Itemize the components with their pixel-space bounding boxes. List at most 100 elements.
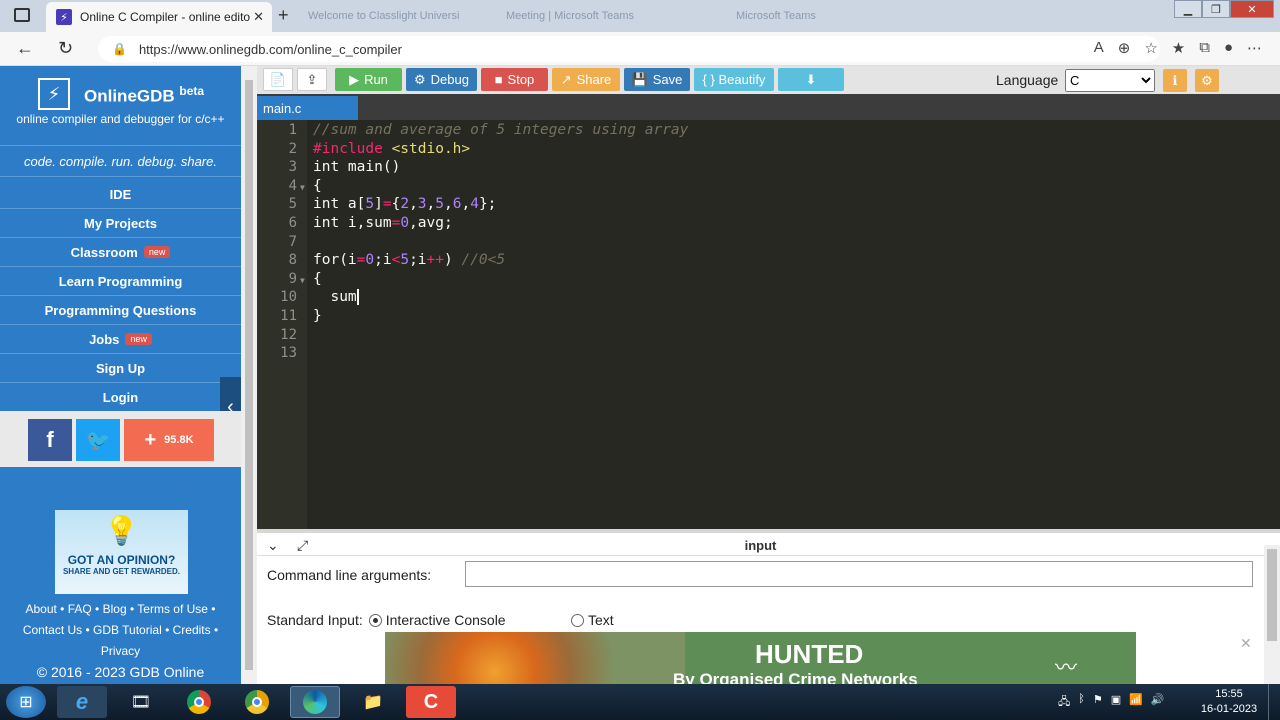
download-button[interactable]: ⬇ [778, 68, 844, 91]
profile-avatar-icon[interactable]: ● [1224, 39, 1233, 57]
sidebar-item-label: My Projects [84, 215, 157, 231]
footer-link-credits[interactable]: Credits [173, 623, 211, 637]
footer-link-privacy[interactable]: Privacy [101, 644, 140, 658]
maximize-window-icon[interactable]: ❐ [1202, 0, 1230, 18]
tab-actions-icon[interactable] [14, 8, 30, 22]
interactive-console-radio[interactable] [368, 613, 382, 627]
footer-link-blog[interactable]: Blog [103, 602, 127, 616]
facebook-letter: f [46, 427, 54, 452]
language-label: Language [996, 72, 1059, 88]
clock-time: 15:55 [1215, 688, 1243, 700]
scrollbar-thumb[interactable] [1267, 549, 1277, 641]
file-tab-main-c[interactable]: main.c [257, 96, 358, 120]
tray-network-icon[interactable]: 🖧 [1058, 693, 1070, 712]
footer-link-about[interactable]: About [25, 602, 56, 616]
refresh-icon[interactable]: ↻ [58, 38, 73, 59]
footer-link-terms[interactable]: Terms of Use [137, 602, 208, 616]
url-field[interactable]: 🔒 https://www.onlinegdb.com/online_c_com… [98, 36, 1160, 62]
sidebar-item-programming-questions[interactable]: Programming Questions [0, 296, 241, 325]
taskbar-clock[interactable]: 15:55 16-01-2023 [1196, 687, 1262, 717]
signal-icon[interactable]: 📶 [1129, 693, 1143, 712]
info-icon[interactable]: ℹ [1163, 69, 1187, 92]
file-tab-label: main.c [263, 100, 302, 116]
line-number: 2 [288, 140, 297, 157]
zoom-icon[interactable]: ⊕ [1118, 39, 1131, 57]
internet-explorer-icon[interactable]: e [57, 686, 107, 718]
file-explorer-icon[interactable]: 📁 [348, 686, 398, 718]
sidebar-item-ide[interactable]: IDE [0, 180, 241, 209]
more-menu-icon[interactable]: ⋯ [1247, 39, 1262, 57]
plus-icon: + [144, 428, 157, 451]
window-controls: ▁ ❐ ✕ [1174, 0, 1274, 18]
minimize-window-icon[interactable]: ▁ [1174, 0, 1202, 18]
scrollbar-thumb[interactable] [245, 80, 253, 670]
language-select[interactable]: C [1065, 69, 1155, 92]
sidebar-item-sign-up[interactable]: Sign Up [0, 354, 241, 383]
browser-tab-active[interactable]: ⚡ Online C Compiler - online edito ✕ [46, 2, 272, 32]
sidebar-item-login[interactable]: Login [0, 383, 241, 412]
media-player-icon[interactable]: 🎞 [116, 686, 166, 718]
line-number: 5 [288, 196, 297, 213]
read-aloud-icon[interactable]: A [1094, 39, 1104, 57]
stop-button[interactable]: ■ Stop [481, 68, 548, 91]
upload-icon[interactable]: ⇪ [297, 68, 327, 91]
run-button[interactable]: ▶ Run [335, 68, 402, 91]
twitter-share-icon[interactable]: 🐦 [76, 419, 120, 461]
browser-tab-bg-2[interactable]: Meeting | Microsoft Teams [498, 4, 718, 28]
camtasia-icon[interactable]: C [406, 686, 456, 718]
new-tab-button[interactable]: + [278, 5, 289, 26]
sidebar-item-learn-programming[interactable]: Learn Programming [0, 267, 241, 296]
code-line: sum [313, 289, 359, 306]
share-count: 95.8K [164, 434, 194, 446]
start-button-icon[interactable]: ⊞ [6, 686, 46, 718]
opinion-ad-banner[interactable]: 💡 GOT AN OPINION? SHARE AND GET REWARDED… [55, 510, 188, 594]
sidebar-item-label: Login [102, 389, 139, 405]
edge-icon[interactable] [290, 686, 340, 718]
browser-tab-bg-1[interactable]: Welcome to Classlight Universi [300, 4, 490, 28]
beautify-label: { } Beautify [702, 72, 766, 87]
tray-flag-icon[interactable]: ⚑ [1093, 693, 1103, 712]
command-line-args-input[interactable] [465, 561, 1253, 587]
beautify-button[interactable]: { } Beautify [694, 68, 774, 91]
facebook-share-icon[interactable]: f [28, 419, 72, 461]
line-number: 6 [288, 215, 297, 231]
chrome-canary-icon[interactable] [232, 686, 282, 718]
close-window-icon[interactable]: ✕ [1230, 0, 1274, 18]
add-favorite-icon[interactable]: ☆ [1144, 39, 1157, 57]
fold-arrow-icon[interactable]: ▼ [300, 276, 305, 285]
line-number: 8 [288, 252, 297, 269]
browser-tab-bg-3[interactable]: Microsoft Teams [728, 4, 938, 28]
speaker-icon[interactable]: 🔊 [1151, 693, 1165, 712]
sidebar-item-my-projects[interactable]: My Projects [0, 209, 241, 238]
close-tab-icon[interactable]: ✕ [253, 9, 264, 25]
favorites-icon[interactable]: ★ [1172, 39, 1185, 57]
hunted-ad-banner[interactable]: HUNTED By Organised Crime Networks 〰 [385, 632, 1136, 688]
brand[interactable]: ⚡ OnlineGDB beta online compiler and deb… [0, 66, 241, 136]
share-button[interactable]: ↗ Share [552, 68, 620, 91]
settings-gear-icon[interactable]: ⚙ [1195, 69, 1219, 92]
code-line: int main() [313, 159, 401, 176]
input-panel-scrollbar[interactable] [1264, 545, 1280, 688]
back-arrow-icon[interactable]: ← [16, 38, 34, 59]
sidebar-scrollbar[interactable] [241, 66, 257, 684]
bluetooth-icon[interactable]: ᛒ [1078, 693, 1085, 712]
fold-arrow-icon[interactable]: ▼ [300, 183, 305, 192]
collections-icon[interactable]: ⧉ [1199, 39, 1210, 57]
tray-app-icon[interactable]: ▣ [1111, 693, 1121, 712]
standard-input-label: Standard Input: [267, 612, 363, 628]
footer-link-contact[interactable]: Contact Us [23, 623, 82, 637]
save-button[interactable]: 💾 Save [624, 68, 690, 91]
sidebar-item-classroom[interactable]: Classroom new [0, 238, 241, 267]
footer-link-tutorial[interactable]: GDB Tutorial [93, 623, 162, 637]
footer-link-faq[interactable]: FAQ [68, 602, 92, 616]
sidebar-item-jobs[interactable]: Jobs new [0, 325, 241, 354]
chrome-icon[interactable] [174, 686, 224, 718]
close-ad-icon[interactable]: ✕ [1240, 635, 1252, 652]
debug-button[interactable]: ⚙ Debug [406, 68, 477, 91]
text-radio[interactable] [571, 613, 584, 627]
show-desktop-button[interactable] [1268, 684, 1280, 720]
windows-taskbar: ⊞ e 🎞 📁 C 🖧 ᛒ ⚑ ▣ 📶 🔊 15:55 16-01-2023 [0, 684, 1280, 720]
share-count-button[interactable]: +95.8K [124, 419, 214, 461]
new-file-icon[interactable]: 📄 [263, 68, 293, 91]
code-editor[interactable]: 1 //sum and average of 5 integers using a… [257, 120, 1280, 529]
